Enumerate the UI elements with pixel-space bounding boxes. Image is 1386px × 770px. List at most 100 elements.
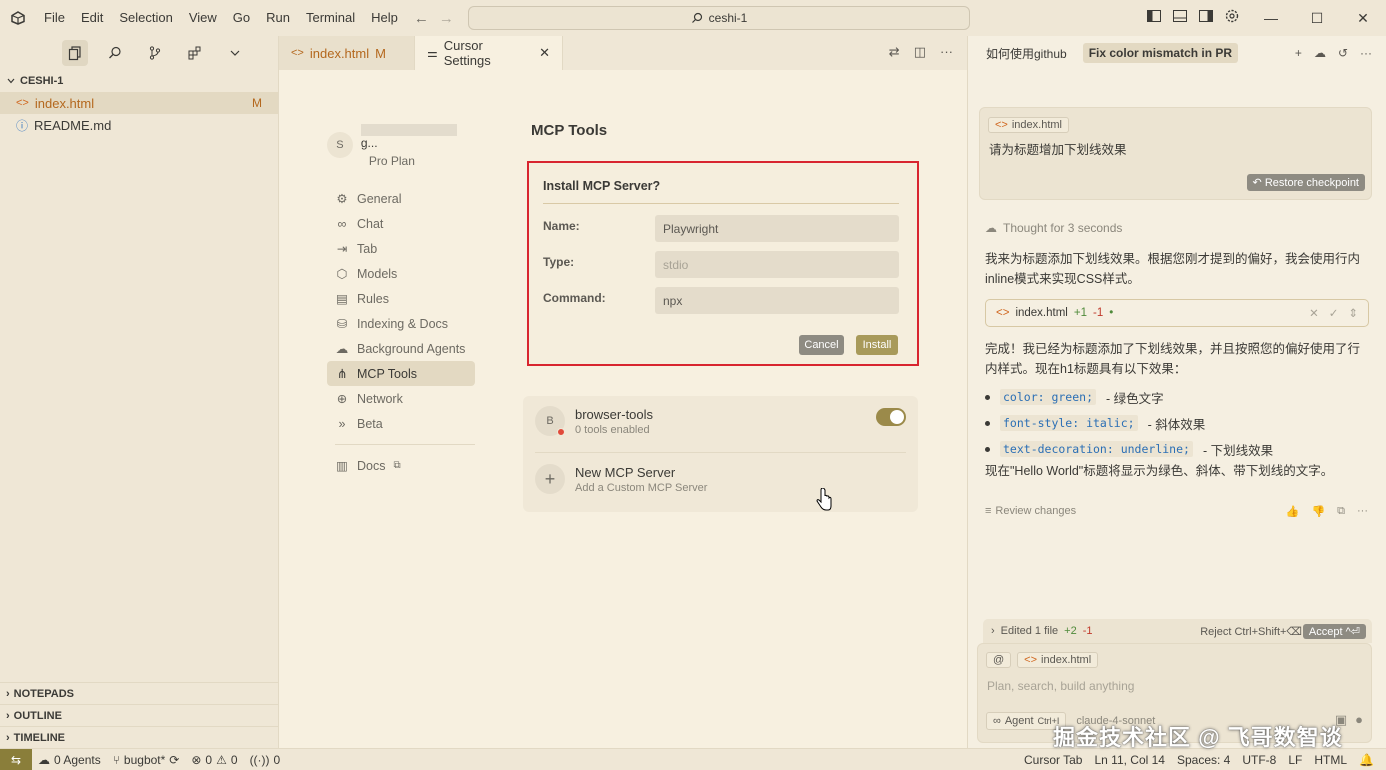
reject-all-button[interactable]: Reject Ctrl+Shift+⌫ — [1200, 625, 1302, 638]
cursor-position[interactable]: Ln 11, Col 14 — [1088, 753, 1171, 767]
diff-added: +1 — [1073, 307, 1087, 319]
accept-icon[interactable]: ✓ — [1329, 306, 1339, 320]
agents-status[interactable]: ☁ 0 Agents — [32, 753, 107, 767]
nav-background-agents[interactable]: ☁ Background Agents — [327, 336, 475, 361]
edited-file-card[interactable]: <> index.html +1 -1 • ✕ ✓ ⇕ — [985, 299, 1369, 327]
mention-button[interactable]: @ — [986, 652, 1012, 668]
split-editor-icon[interactable]: ◫ — [914, 44, 926, 60]
thumbs-up-icon[interactable]: 👍 — [1286, 505, 1300, 518]
tab-index-html[interactable]: <> index.html M — [279, 36, 415, 70]
name-field[interactable]: Playwright — [655, 215, 899, 242]
thumbs-down-icon[interactable]: 👎 — [1311, 505, 1325, 518]
outline-section[interactable]: › OUTLINE — [0, 704, 278, 726]
bullet-list: color: green; - 绿色文字 font-style: italic; -… — [985, 384, 1273, 462]
title-bar: File Edit Selection View Go Run Terminal… — [0, 0, 1386, 36]
bell-icon[interactable]: 🔔 — [1353, 753, 1380, 767]
context-file-chip[interactable]: <> index.html — [1017, 652, 1099, 668]
install-button[interactable]: Install — [856, 335, 898, 355]
source-control-icon[interactable] — [142, 40, 168, 66]
command-field[interactable]: npx — [655, 287, 899, 314]
menu-view[interactable]: View — [181, 0, 225, 36]
accept-all-button[interactable]: Accept ^⏎ — [1302, 623, 1366, 639]
install-mcp-dialog: Install MCP Server? Name: Playwright Typ… — [527, 161, 919, 366]
ports-status[interactable]: ((·)) 0 — [244, 753, 287, 767]
notepads-section[interactable]: › NOTEPADS — [0, 682, 278, 704]
edited-files-bar[interactable]: › Edited 1 file +2 -1 Reject Ctrl+Shift+… — [983, 619, 1372, 643]
toggle-primary-sidebar-icon[interactable] — [1146, 8, 1162, 24]
close-icon[interactable]: ✕ — [539, 45, 550, 61]
send-icon[interactable]: ● — [1355, 712, 1363, 728]
back-arrow-icon[interactable]: ← — [414, 10, 429, 27]
tab-cursor-settings[interactable]: ⚌ Cursor Settings ✕ — [415, 36, 563, 70]
assistant-reply: 我来为标题添加下划线效果。根据您刚才提到的偏好，我会使用行内inline模式来实… — [985, 252, 1361, 286]
expand-icon[interactable]: ⇕ — [1348, 306, 1358, 320]
menu-terminal[interactable]: Terminal — [298, 0, 363, 36]
language-mode[interactable]: HTML — [1308, 753, 1353, 767]
more-icon[interactable]: ··· — [1360, 46, 1372, 60]
chevron-down-icon[interactable] — [222, 40, 248, 66]
gear-icon[interactable] — [1224, 8, 1240, 24]
line-ending[interactable]: LF — [1282, 753, 1308, 767]
timeline-section[interactable]: › TIMELINE — [0, 726, 278, 748]
forward-arrow-icon[interactable]: → — [439, 10, 454, 27]
extensions-icon[interactable] — [182, 40, 208, 66]
chat-tab-active[interactable]: Fix color mismatch in PR — [1082, 43, 1239, 63]
copy-icon[interactable]: ⧉ — [1337, 505, 1345, 518]
file-readme-md[interactable]: ⓘ README.md — [0, 114, 278, 136]
html-file-icon: <> — [1024, 654, 1038, 666]
menu-selection[interactable]: Selection — [111, 0, 180, 36]
encoding[interactable]: UTF-8 — [1236, 753, 1282, 767]
history-icon[interactable]: ↺ — [1338, 46, 1348, 60]
file-index-html[interactable]: <> index.html M — [0, 92, 278, 114]
nav-indexing-docs[interactable]: ⛁ Indexing & Docs — [327, 311, 475, 336]
remote-icon[interactable]: ⇆ — [0, 748, 32, 770]
nav-rules[interactable]: ▤ Rules — [327, 286, 475, 311]
more-icon[interactable]: ··· — [940, 44, 953, 60]
server-browser-tools[interactable]: B browser-tools 0 tools enabled — [535, 406, 653, 436]
nav-network[interactable]: ⊕ Network — [327, 386, 475, 411]
search-icon[interactable] — [102, 40, 128, 66]
restore-checkpoint-button[interactable]: ↶ Restore checkpoint — [1246, 174, 1365, 191]
chat-input-placeholder[interactable]: Plan, search, build anything — [987, 679, 1134, 693]
plus-icon[interactable]: + — [1295, 46, 1302, 60]
new-mcp-server-button[interactable]: + New MCP Server Add a Custom MCP Server — [535, 464, 707, 494]
compare-icon[interactable]: ⇄ — [889, 44, 900, 60]
cloud-icon[interactable]: ☁ — [1314, 46, 1326, 60]
indentation[interactable]: Spaces: 4 — [1171, 753, 1236, 767]
cursor-tab-status[interactable]: Cursor Tab — [1018, 753, 1088, 767]
menu-help[interactable]: Help — [363, 0, 406, 36]
reject-icon[interactable]: ✕ — [1309, 306, 1319, 320]
type-field[interactable]: stdio — [655, 251, 899, 278]
folder-header[interactable]: CESHI-1 — [0, 70, 278, 92]
command-center-search[interactable]: ceshi-1 — [468, 6, 970, 30]
review-changes-link[interactable]: ≡ Review changes — [985, 505, 1076, 517]
nav-tab[interactable]: ⇥ Tab — [327, 236, 475, 261]
minimize-icon[interactable]: — — [1248, 0, 1294, 36]
menu-file[interactable]: File — [36, 0, 73, 36]
nav-models[interactable]: ⬡ Models — [327, 261, 475, 286]
code-snippet: color: green; — [1000, 389, 1097, 405]
nav-mcp-tools[interactable]: ⋔ MCP Tools — [327, 361, 475, 386]
nav-general[interactable]: ⚙ General — [327, 186, 475, 211]
close-window-icon[interactable]: ✕ — [1340, 0, 1386, 36]
git-branch-icon: ⑂ — [112, 752, 120, 767]
menu-run[interactable]: Run — [258, 0, 298, 36]
maximize-icon[interactable]: ☐ — [1294, 0, 1340, 36]
menu-edit[interactable]: Edit — [73, 0, 111, 36]
more-icon[interactable]: ··· — [1357, 505, 1368, 518]
nav-chat[interactable]: ∞ Chat — [327, 211, 475, 236]
menu-go[interactable]: Go — [225, 0, 258, 36]
branch-status[interactable]: ⑂ bugbot* ⟳ — [107, 753, 186, 767]
problems-status[interactable]: ⊗ 0 ⚠ 0 — [185, 753, 243, 767]
cancel-button[interactable]: Cancel — [799, 335, 844, 355]
user-message[interactable]: <> index.html 请为标题增加下划线效果 ↶ Restore check… — [979, 107, 1372, 200]
explorer-icon[interactable] — [62, 40, 88, 66]
toggle-secondary-sidebar-icon[interactable] — [1198, 8, 1214, 24]
nav-beta[interactable]: » Beta — [327, 411, 475, 436]
chat-tab[interactable]: 如何使用github — [980, 42, 1073, 65]
server-toggle[interactable] — [876, 408, 906, 426]
file-chip[interactable]: <> index.html — [988, 117, 1069, 133]
toggle-panel-icon[interactable] — [1172, 8, 1188, 24]
nav-docs[interactable]: ▥ Docs ⧉ — [327, 453, 475, 478]
thought-indicator[interactable]: ☁ Thought for 3 seconds — [985, 221, 1122, 235]
